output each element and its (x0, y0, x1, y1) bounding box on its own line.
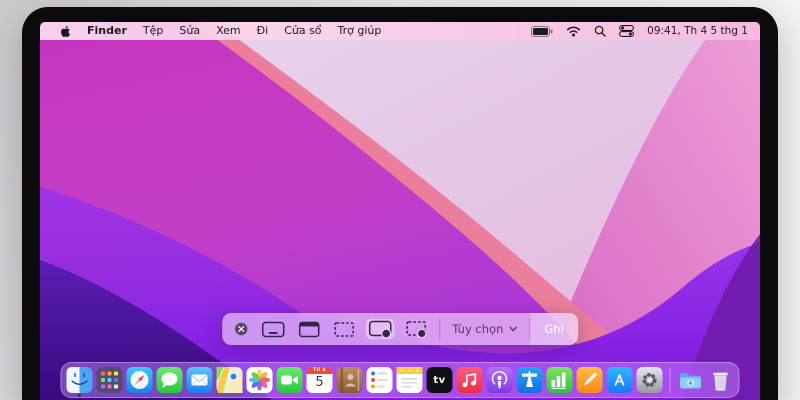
wifi-icon[interactable] (566, 25, 581, 37)
dock-icon-mail[interactable] (187, 367, 213, 393)
close-icon (234, 322, 248, 336)
apple-menu[interactable] (52, 25, 79, 38)
dock-icon-messages[interactable] (157, 367, 183, 393)
tv-label: tv (433, 375, 445, 386)
record-entire-screen-button[interactable] (365, 318, 395, 340)
close-button[interactable] (231, 320, 251, 338)
dock-icon-contacts[interactable] (337, 367, 363, 393)
menu-item-app-name[interactable]: Finder (79, 22, 135, 40)
running-indicator-dot (78, 394, 81, 397)
dock-icon-music[interactable] (457, 367, 483, 393)
dock-icon-calendar[interactable]: TH 4 5 (307, 367, 333, 393)
capture-selection-icon (333, 321, 355, 338)
menu-item-di[interactable]: Đi (249, 22, 277, 40)
chevron-down-icon (509, 326, 517, 332)
dock-divider (670, 368, 671, 393)
record-selection-icon (405, 320, 427, 338)
screenshot-toolbar: Tùy chọn Ghi (222, 313, 578, 345)
dock-icon-tv[interactable]: tv (427, 367, 453, 393)
dock-icon-numbers[interactable] (547, 367, 573, 393)
apple-logo-icon (60, 25, 71, 38)
dock-icon-finder[interactable] (67, 367, 93, 393)
capture-window-button[interactable] (295, 319, 323, 340)
record-label: Ghi (544, 322, 563, 336)
menu-item-cua-so[interactable]: Cửa sổ (276, 22, 329, 40)
dock-icon-facetime[interactable] (277, 367, 303, 393)
dock-icon-launchpad[interactable] (97, 367, 123, 393)
menu-item-sua[interactable]: Sửa (171, 22, 208, 40)
dock-icon-safari[interactable] (127, 367, 153, 393)
menu-item-tro-giup[interactable]: Trợ giúp (330, 22, 390, 40)
capture-screen-icon (261, 321, 285, 338)
control-center-icon[interactable] (619, 25, 634, 37)
dock-icon-maps[interactable] (217, 367, 243, 393)
menu-bar: Finder Tệp Sửa Xem Đi Cửa sổ Trợ giúp (40, 22, 760, 40)
dock-icon-photos[interactable] (247, 367, 273, 393)
dock-icon-system-preferences[interactable] (637, 367, 663, 393)
calendar-day: 5 (307, 374, 333, 392)
dock-icon-pages[interactable] (577, 367, 603, 393)
dock-icon-trash[interactable] (708, 367, 734, 393)
battery-icon[interactable] (531, 26, 553, 37)
dock-icon-downloads-folder[interactable] (678, 367, 704, 393)
capture-selection-button[interactable] (330, 319, 358, 340)
menu-bar-clock[interactable]: 09:41, Th 4 5 thg 1 (647, 25, 748, 37)
capture-window-icon (298, 321, 320, 338)
options-label: Tùy chọn (452, 322, 503, 336)
record-selection-button[interactable] (402, 318, 430, 340)
macbook-screen: Finder Tệp Sửa Xem Đi Cửa sổ Trợ giúp (40, 22, 760, 400)
record-screen-icon (368, 320, 392, 338)
calendar-weekday: TH 4 (307, 367, 333, 374)
record-button[interactable]: Ghi (530, 313, 577, 345)
dock: TH 4 5 (61, 362, 740, 398)
search-icon[interactable] (594, 25, 606, 37)
dock-icon-app-store[interactable] (607, 367, 633, 393)
photo-backdrop: Finder Tệp Sửa Xem Đi Cửa sổ Trợ giúp (0, 0, 800, 400)
dock-icon-podcasts[interactable] (487, 367, 513, 393)
capture-entire-screen-button[interactable] (258, 319, 288, 340)
dock-icon-notes[interactable] (397, 367, 423, 393)
dock-icon-keynote[interactable] (517, 367, 543, 393)
menu-item-xem[interactable]: Xem (208, 22, 249, 40)
options-dropdown[interactable]: Tùy chọn (440, 313, 529, 345)
menu-item-tep[interactable]: Tệp (135, 22, 171, 40)
dock-icon-reminders[interactable] (367, 367, 393, 393)
